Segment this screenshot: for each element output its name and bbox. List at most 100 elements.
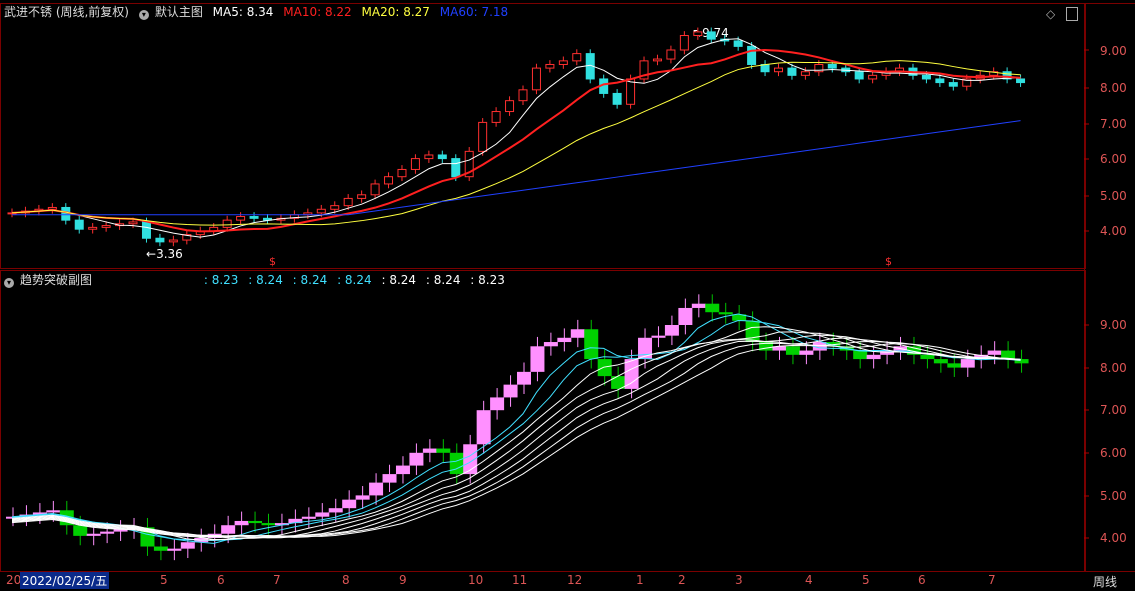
candle-body	[774, 67, 783, 73]
sub-body	[920, 354, 935, 360]
sub-body	[664, 325, 679, 336]
sub-body	[46, 510, 61, 513]
sub-body	[261, 523, 276, 526]
candle-body	[478, 121, 488, 152]
candle-body	[491, 111, 501, 123]
sub-body	[476, 410, 491, 445]
ribbon-line	[11, 331, 1021, 540]
sub-body	[517, 371, 531, 385]
candle-body	[88, 226, 98, 230]
sub-body	[100, 531, 115, 534]
candle-body	[397, 168, 407, 178]
candle-body	[572, 53, 582, 62]
candle-body	[61, 206, 71, 221]
sub-body	[987, 350, 1002, 355]
candle-body	[827, 63, 837, 69]
candle-body	[612, 92, 622, 105]
sub-body	[221, 525, 236, 534]
sub-body	[153, 546, 168, 551]
candle-body	[558, 60, 568, 65]
candle-body	[370, 183, 380, 196]
sub-body	[382, 474, 397, 483]
candle-body	[155, 237, 165, 243]
sub-body	[785, 346, 800, 355]
candle-body	[747, 45, 757, 65]
candle-body	[141, 221, 151, 239]
sub-body	[799, 350, 814, 355]
candle-body	[787, 67, 797, 76]
sub-body	[369, 482, 384, 496]
sub-body	[960, 359, 975, 368]
candle-body	[410, 158, 420, 170]
sub-body	[624, 359, 639, 389]
candle-body	[935, 78, 945, 84]
sub-body	[86, 533, 101, 536]
candle-body	[437, 154, 447, 160]
candle-body	[330, 205, 340, 210]
sub-body	[503, 384, 518, 398]
candle-body	[531, 67, 541, 91]
sub-body	[866, 354, 881, 360]
candle-body	[921, 74, 931, 80]
sub-body	[557, 337, 572, 343]
candle-body	[666, 49, 676, 60]
sub-body	[933, 359, 948, 364]
sub-body	[651, 335, 666, 338]
sub-body	[409, 452, 424, 466]
sub-body	[745, 320, 760, 343]
candle-body	[384, 176, 394, 185]
sub-body	[490, 397, 505, 411]
candle-body	[652, 58, 662, 62]
sub-body	[315, 512, 330, 517]
ma5-line	[11, 38, 1021, 238]
candle-body	[505, 100, 515, 113]
sub-body	[328, 508, 343, 513]
candle-body	[518, 89, 528, 102]
chart-canvas	[6, 27, 1089, 561]
ma60-line	[12, 120, 1021, 216]
sub-body	[342, 499, 357, 509]
candle-body	[249, 216, 259, 219]
sub-body	[73, 525, 88, 536]
sub-body	[530, 346, 545, 372]
candle-body	[626, 78, 636, 105]
sub-body	[947, 363, 962, 368]
candle-body	[451, 158, 461, 178]
sub-body	[248, 520, 263, 524]
candle-body	[854, 71, 864, 80]
sub-body	[678, 307, 693, 325]
ribbon-line	[11, 337, 1021, 539]
candle-body	[733, 40, 743, 47]
sub-body	[543, 342, 558, 347]
ribbon-line	[11, 320, 1021, 541]
candle-body	[343, 197, 353, 207]
sub-body	[597, 359, 612, 377]
sub-body	[355, 495, 370, 500]
candle-body	[316, 208, 326, 214]
sub-body	[853, 350, 868, 360]
candle-body	[693, 31, 703, 37]
candle-body	[128, 221, 138, 225]
sub-body	[436, 448, 451, 453]
candle-body	[47, 206, 57, 210]
sub-body	[301, 516, 316, 519]
sub-body	[234, 520, 249, 526]
ribbon-line	[11, 340, 1021, 538]
sub-body	[180, 542, 195, 549]
candle-body	[168, 239, 178, 243]
sub-body	[718, 312, 733, 315]
candle-body	[424, 154, 434, 160]
candle-body	[706, 31, 716, 40]
sub-body	[395, 465, 410, 475]
candle-body	[222, 219, 232, 228]
sub-body	[449, 452, 464, 475]
sub-body	[167, 548, 182, 551]
sub-body	[570, 329, 585, 338]
candle-body	[800, 71, 810, 76]
ribbon-line	[11, 343, 1021, 538]
sub-body	[422, 448, 437, 453]
candle-body	[868, 74, 878, 80]
sub-body	[705, 303, 720, 313]
candle-body	[101, 225, 111, 228]
candle-body	[74, 219, 84, 230]
